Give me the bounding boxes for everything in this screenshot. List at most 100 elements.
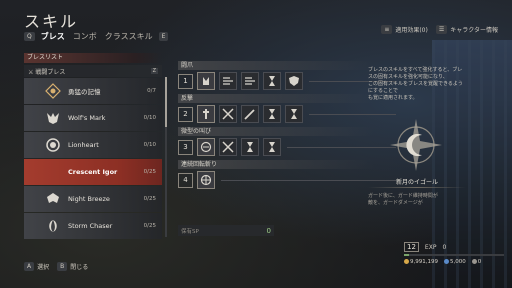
skill-row-title: 微型の叫び — [178, 127, 396, 136]
roar-skill-icon[interactable] — [197, 138, 215, 156]
bless-list: ブレスリスト ⚔ 戦闘ブレス Z 勇猛の記憶 0/7 Wolf's Mark 0… — [24, 53, 167, 241]
skill-row: 2 — [178, 103, 396, 125]
skill-row: 1 — [178, 70, 396, 92]
dash-skill-icon[interactable] — [241, 72, 259, 90]
bless-effect-text: ガード後に、ガード維持時間が 敵を、ガードダメージが — [368, 193, 438, 206]
bravery-icon — [44, 82, 62, 100]
exp-bar-fill — [404, 254, 409, 256]
hourglass-icon[interactable] — [241, 138, 259, 156]
list-item-name: Storm Chaser — [68, 222, 113, 230]
sword-cross-icon[interactable] — [219, 138, 237, 156]
spin-skill-icon[interactable] — [197, 171, 215, 189]
bless-info-panel: ブレスのスキルをすべて強化すると、ブレスの固有スキルを強化可能になり、 この固有… — [368, 67, 466, 242]
applied-effects-button[interactable]: ≡ 適用効果(0) — [381, 25, 428, 34]
category-key: Z — [150, 68, 158, 74]
effects-icon: ≡ — [381, 25, 393, 34]
bless-name: 新月のイゴール — [395, 179, 438, 186]
menu-icon: ☰ — [435, 25, 448, 34]
divider — [368, 187, 466, 188]
list-scrollbar-thumb[interactable] — [165, 77, 167, 127]
storm-icon — [44, 217, 62, 235]
list-scrollbar[interactable] — [165, 77, 167, 237]
skill-row-number: 3 — [178, 139, 193, 155]
sword-icon: ⚔ — [28, 68, 34, 76]
bless-list-header: ブレスリスト — [24, 53, 162, 63]
crystal-amount: 5,000 — [450, 259, 466, 265]
list-item-count: 0/10 — [143, 142, 156, 148]
gold-icon — [404, 259, 409, 264]
list-item-name: Lionheart — [68, 141, 99, 149]
counter-skill-icon[interactable] — [197, 105, 215, 123]
sp-label: 保有SP — [181, 228, 199, 235]
list-item[interactable]: Wolf's Mark 0/10 — [24, 105, 162, 131]
control-hints: A 選択 B 閉じる — [24, 262, 88, 271]
tab-bar: Q ブレス コンボ クラススキル E — [24, 31, 169, 42]
tab-combo[interactable]: コンボ — [71, 31, 99, 42]
list-item-name: Wolf's Mark — [68, 114, 106, 122]
close-key-icon: B — [57, 262, 68, 271]
sword-cross-icon[interactable] — [219, 105, 237, 123]
night-breeze-icon — [44, 190, 62, 208]
skill-row-title: 連続回転斬り — [178, 160, 396, 169]
character-info-label: キャラクター情報 — [450, 27, 498, 34]
exp-value: 0 — [442, 243, 447, 251]
applied-effects-label: 適用効果(0) — [395, 27, 428, 34]
list-item[interactable]: Lionheart 0/10 — [24, 132, 162, 158]
tab-class-skill[interactable]: クラススキル — [103, 31, 155, 42]
level-badge: 12 — [404, 242, 419, 252]
select-label: 選択 — [37, 264, 50, 271]
list-item-selected[interactable]: Crescent Igor 0/25 — [24, 159, 162, 185]
list-item-count: 0/10 — [143, 115, 156, 121]
token-amount: 0 — [477, 259, 482, 265]
close-hint[interactable]: B 閉じる — [57, 262, 88, 271]
skill-row: 3 — [178, 136, 396, 158]
list-item-count: 0/25 — [143, 196, 156, 202]
exp-bar — [404, 254, 504, 256]
list-item[interactable]: Storm Chaser 0/25 — [24, 213, 162, 239]
crescent-emblem-icon — [386, 115, 446, 175]
skill-row: 4 — [178, 169, 396, 191]
sword-icon[interactable] — [241, 105, 259, 123]
exp-label: EXP — [424, 243, 437, 251]
shield-icon[interactable] — [285, 72, 303, 90]
list-item-count: 0/25 — [143, 169, 156, 175]
sp-counter: 保有SP 0 — [178, 225, 274, 236]
top-right-actions: ≡ 適用効果(0) ☰ キャラクター情報 — [381, 25, 498, 34]
player-status: 12 EXP 0 9,991,199 5,000 0 — [404, 242, 504, 265]
select-key-icon: A — [24, 262, 35, 271]
bless-description: ブレスのスキルをすべて強化すると、ブレスの固有スキルを強化可能になり、 この固有… — [368, 67, 463, 101]
tab-bless[interactable]: ブレス — [39, 31, 67, 42]
list-item-name: 勇猛の記憶 — [68, 88, 101, 96]
list-item[interactable]: Night Breeze 0/25 — [24, 186, 162, 212]
sp-value: 0 — [266, 226, 271, 235]
select-hint[interactable]: A 選択 — [24, 262, 49, 271]
skill-row-number: 2 — [178, 106, 193, 122]
hourglass-icon[interactable] — [263, 72, 281, 90]
skill-tree: 闘爪 1 反撃 2 微型の叫び 3 連続回転斬り 4 — [178, 61, 396, 241]
lion-icon — [44, 136, 62, 154]
page-title: スキル — [24, 12, 79, 31]
hourglass-icon[interactable] — [285, 105, 303, 123]
dash-skill-icon[interactable] — [219, 72, 237, 90]
crystal-icon — [444, 259, 449, 264]
hourglass-icon[interactable] — [263, 138, 281, 156]
hourglass-icon[interactable] — [263, 105, 281, 123]
claw-skill-icon[interactable] — [197, 72, 215, 90]
skill-row-number: 1 — [178, 73, 193, 89]
gold-amount: 9,991,199 — [410, 259, 438, 265]
skill-row-title: 闘爪 — [178, 61, 396, 70]
character-info-button[interactable]: ☰ キャラクター情報 — [435, 25, 498, 34]
list-item-count: 0/25 — [143, 223, 156, 229]
crescent-icon — [44, 163, 62, 181]
token-icon — [471, 259, 477, 264]
skill-row-title: 反撃 — [178, 94, 396, 103]
wolf-icon — [44, 109, 62, 127]
list-item-name: Crescent Igor — [68, 168, 118, 176]
tab-next-key[interactable]: E — [158, 32, 169, 41]
list-item-count: 0/7 — [147, 88, 156, 94]
bless-list-category[interactable]: ⚔ 戦闘ブレス Z — [24, 65, 162, 77]
list-item[interactable]: 勇猛の記憶 0/7 — [24, 78, 162, 104]
tab-prev-key[interactable]: Q — [24, 32, 35, 41]
close-label: 閉じる — [70, 264, 89, 271]
category-label: 戦闘ブレス — [35, 68, 66, 76]
